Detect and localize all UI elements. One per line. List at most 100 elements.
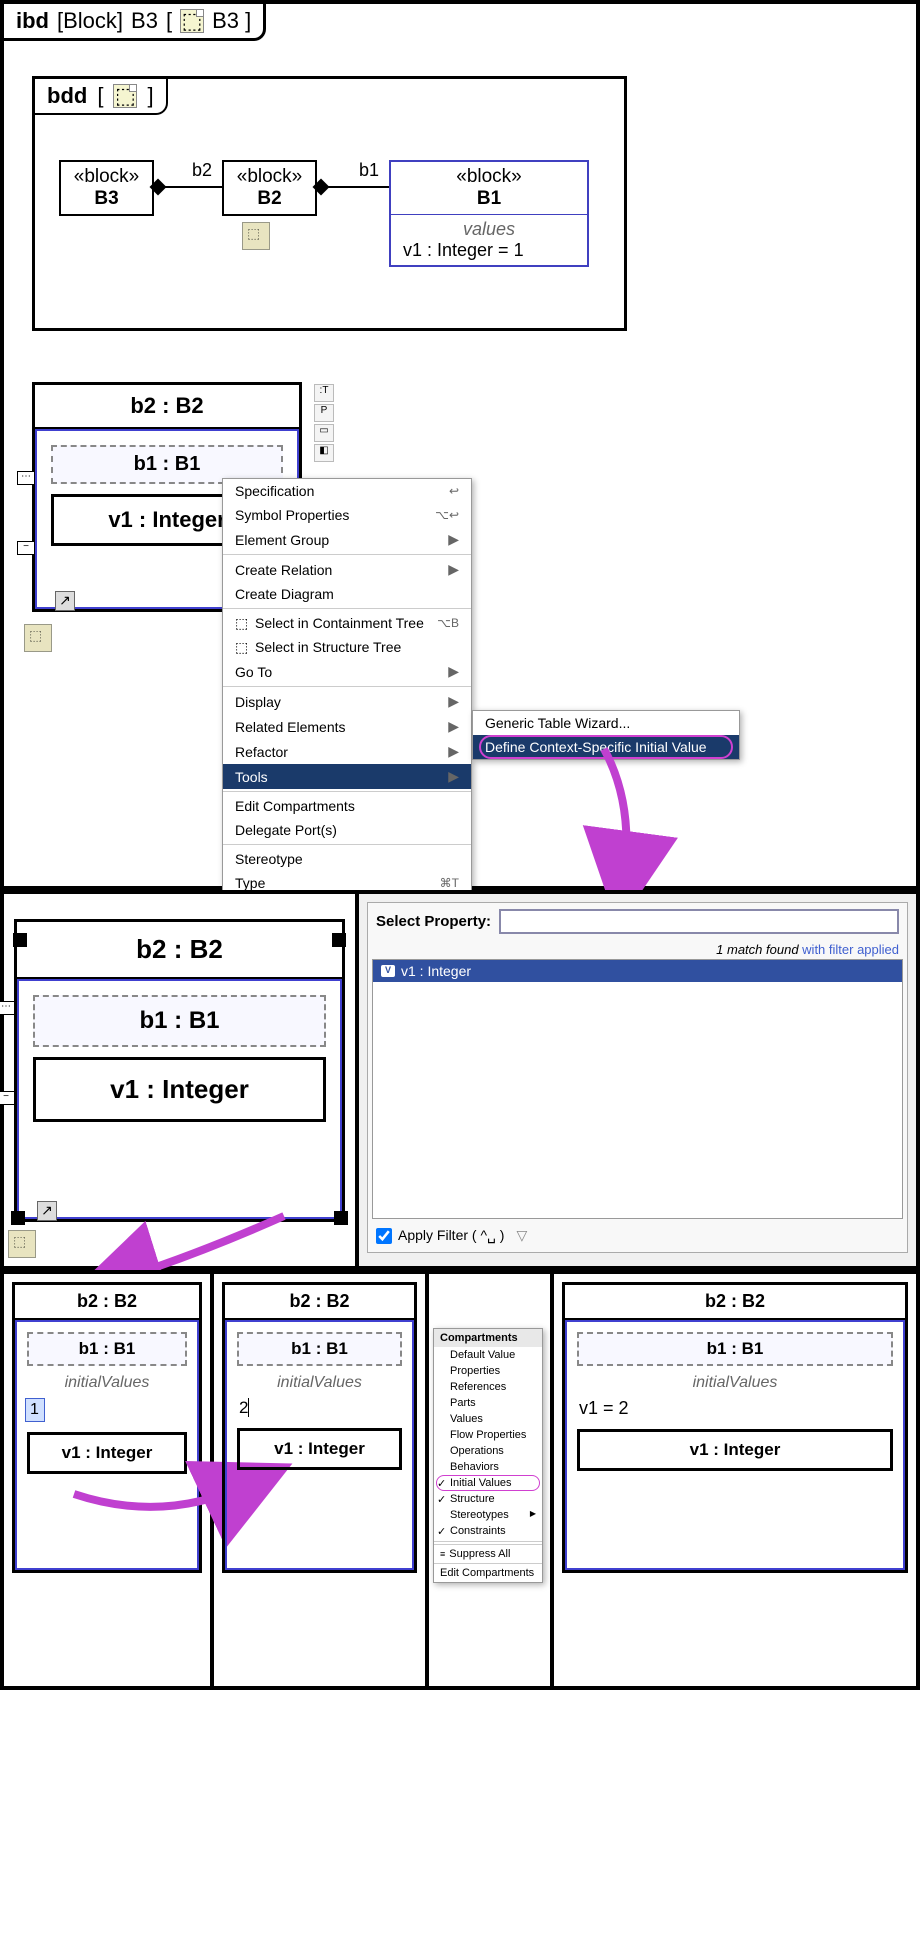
panel-1: ibd [Block] B3 [ ⬚ B3 ] bdd [ ⬚ ] «block… (0, 0, 920, 890)
ibd-header-tab: ibd [Block] B3 [ ⬚ B3 ] (4, 4, 266, 41)
suppress-all[interactable]: ≡ Suppress All (434, 1544, 542, 1563)
menu-item[interactable]: Edit Compartments (223, 794, 471, 818)
filter-applied-link[interactable]: with filter applied (802, 942, 899, 957)
initial-values-label: initialValues (233, 1370, 406, 1396)
menu-item[interactable]: Refactor▶ (223, 739, 471, 764)
association-b2-b1: b1 (317, 186, 389, 188)
apply-filter-checkbox[interactable] (376, 1228, 392, 1244)
resize-handle-icon[interactable] (334, 1211, 348, 1225)
handle-minus-icon[interactable]: − (17, 541, 35, 555)
bdd-icon: ⬚ (113, 84, 137, 108)
initial-value-result: v1 = 2 (573, 1396, 897, 1421)
comp-item[interactable]: Values (434, 1411, 542, 1427)
resize-handle-icon[interactable] (13, 933, 27, 947)
select-prop-input[interactable] (499, 909, 899, 934)
initial-values-label: initialValues (23, 1370, 191, 1396)
tree-icon: ⬚ (235, 615, 249, 629)
part-b1[interactable]: b1 : B1 (33, 995, 326, 1047)
nav-arrow-icon[interactable]: ↗ (37, 1201, 57, 1221)
handle-more-icon[interactable]: ⋯ (0, 1001, 15, 1015)
bdd-kind: bdd (47, 83, 87, 109)
submenu-item[interactable]: Define Context-Specific Initial Value (473, 735, 739, 759)
menu-item[interactable]: Create Relation▶ (223, 557, 471, 582)
comp-item[interactable]: Flow Properties (434, 1427, 542, 1443)
initial-value-input[interactable]: 1 (25, 1398, 45, 1422)
menu-item[interactable]: Go To▶ (223, 659, 471, 684)
panel-3-col-3: CompartmentsDefault ValuePropertiesRefer… (429, 1274, 554, 1686)
menu-item[interactable]: ⬚Select in Structure Tree (223, 635, 471, 659)
initial-values-label: initialValues (573, 1370, 897, 1396)
menu-item[interactable]: Symbol Properties⌥↩ (223, 503, 471, 527)
edit-compartments[interactable]: Edit Compartments (434, 1563, 542, 1582)
ibd-kind: ibd (16, 8, 49, 34)
values-prop: v1 : Integer = 1 (399, 240, 579, 261)
nav-arrow-icon[interactable]: ↗ (55, 591, 75, 611)
handle-more-icon[interactable]: ⋯ (17, 471, 35, 485)
resize-handle-icon[interactable] (332, 933, 346, 947)
submenu-item[interactable]: Generic Table Wizard... (473, 711, 739, 735)
bracket-close: B3 ] (212, 8, 251, 34)
tool-c-icon[interactable]: ◧ (314, 444, 334, 462)
part-v1[interactable]: v1 : Integer (33, 1057, 326, 1122)
panel-2-left: b2 : B2 b1 : B1 v1 : Integer ⋯ − ↗ (4, 894, 359, 1266)
tool-p-icon[interactable]: P (314, 404, 334, 422)
part-b2-small[interactable]: b2 : B2 b1 : B1 initialValues 1 v1 : Int… (12, 1282, 202, 1573)
part-b1[interactable]: b1 : B1 (237, 1332, 402, 1366)
menu-item[interactable]: Element Group▶ (223, 527, 471, 552)
comp-item[interactable]: Operations (434, 1443, 542, 1459)
menu-item[interactable]: Stereotype (223, 847, 471, 871)
panel-2: b2 : B2 b1 : B1 v1 : Integer ⋯ − ↗ Selec… (0, 890, 920, 1270)
block-b1[interactable]: «block» B1 values v1 : Integer = 1 (389, 160, 589, 267)
comp-item[interactable]: Stereotypes▶ (434, 1507, 542, 1523)
select-prop-title: Select Property: (376, 913, 491, 930)
comp-item[interactable]: Default Value (434, 1347, 542, 1363)
panel-3-col-2: b2 : B2 b1 : B1 initialValues 2 v1 : Int… (214, 1274, 429, 1686)
panel-3-col-1: b2 : B2 b1 : B1 initialValues 1 v1 : Int… (4, 1274, 214, 1686)
menu-item[interactable]: Specification↩ (223, 479, 471, 503)
comp-item[interactable]: Initial Values (434, 1475, 542, 1491)
menu-item[interactable]: ⬚Select in Containment Tree⌥B (223, 611, 471, 635)
part-b2-small[interactable]: b2 : B2 b1 : B1 initialValues v1 = 2 v1 … (562, 1282, 908, 1573)
comp-item[interactable]: Parts (434, 1395, 542, 1411)
part-b2-small[interactable]: b2 : B2 b1 : B1 initialValues 2 v1 : Int… (222, 1282, 417, 1573)
part-v1[interactable]: v1 : Integer (27, 1432, 187, 1474)
comp-item[interactable]: Structure (434, 1491, 542, 1507)
menu-item[interactable]: Display▶ (223, 689, 471, 714)
block-b2[interactable]: «block» B2 (222, 160, 317, 216)
ibd-icon: ⬚ (180, 9, 204, 33)
list-item[interactable]: V v1 : Integer (373, 960, 902, 982)
decorator-icon (242, 222, 270, 250)
part-v1[interactable]: v1 : Integer (237, 1428, 402, 1470)
comp-item[interactable]: Constraints (434, 1523, 542, 1539)
part-v1[interactable]: v1 : Integer (577, 1429, 893, 1471)
tool-b-icon[interactable]: ▭ (314, 424, 334, 442)
tree-icon: ⬚ (235, 639, 249, 653)
part-b2-large[interactable]: b2 : B2 b1 : B1 v1 : Integer ⋯ − ↗ (14, 919, 345, 1222)
comp-item[interactable]: Properties (434, 1363, 542, 1379)
tool-text-icon[interactable]: :T (314, 384, 334, 402)
handle-minus-icon[interactable]: − (0, 1091, 15, 1105)
ibd-type: [Block] (57, 8, 123, 34)
value-icon: V (381, 965, 395, 977)
decorator-icon (24, 624, 52, 652)
filter-icon[interactable]: ▽ (516, 1227, 527, 1244)
property-list[interactable]: V v1 : Integer (372, 959, 903, 1219)
select-property-dialog: Select Property: 1 match found with filt… (367, 902, 908, 1253)
decorator-icon (8, 1230, 36, 1258)
menu-item[interactable]: Tools▶ (223, 764, 471, 789)
bracket-open: [ (166, 8, 172, 34)
menu-item[interactable]: Create Diagram (223, 582, 471, 606)
resize-handle-icon[interactable] (11, 1211, 25, 1225)
menu-item[interactable]: Delegate Port(s) (223, 818, 471, 842)
menu-item[interactable]: Related Elements▶ (223, 714, 471, 739)
part-b1[interactable]: b1 : B1 (27, 1332, 187, 1366)
association-b3-b2: b2 (154, 186, 222, 188)
part-b1[interactable]: b1 : B1 (577, 1332, 893, 1366)
block-b3[interactable]: «block» B3 (59, 160, 154, 216)
comp-item[interactable]: References (434, 1379, 542, 1395)
tools-submenu: Generic Table Wizard...Define Context-Sp… (472, 710, 740, 760)
comp-header: Compartments (434, 1329, 542, 1347)
panel-3-col-4: b2 : B2 b1 : B1 initialValues v1 = 2 v1 … (554, 1274, 916, 1686)
comp-item[interactable]: Behaviors (434, 1459, 542, 1475)
annotation-arrow-icon (564, 744, 684, 894)
